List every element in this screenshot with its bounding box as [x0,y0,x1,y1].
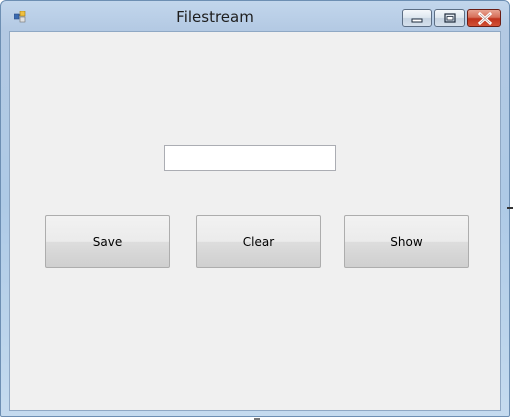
app-window: Filestream Save Clear Show [0,0,510,417]
maximize-icon [444,13,456,23]
save-button[interactable]: Save [45,215,170,268]
resize-marker [507,207,513,209]
form-client-area: Save Clear Show [9,31,501,411]
title-bar[interactable]: Filestream [1,1,509,31]
close-icon [477,11,493,26]
save-button-label: Save [92,234,123,249]
clear-button-label: Clear [242,234,275,249]
minimize-icon [411,18,423,23]
close-button[interactable] [467,9,501,27]
show-button-label: Show [390,234,423,249]
maximize-button[interactable] [434,9,465,27]
show-button[interactable]: Show [344,215,469,268]
clear-button[interactable]: Clear [196,215,321,268]
text-input[interactable] [164,145,336,171]
minimize-button[interactable] [402,9,432,27]
